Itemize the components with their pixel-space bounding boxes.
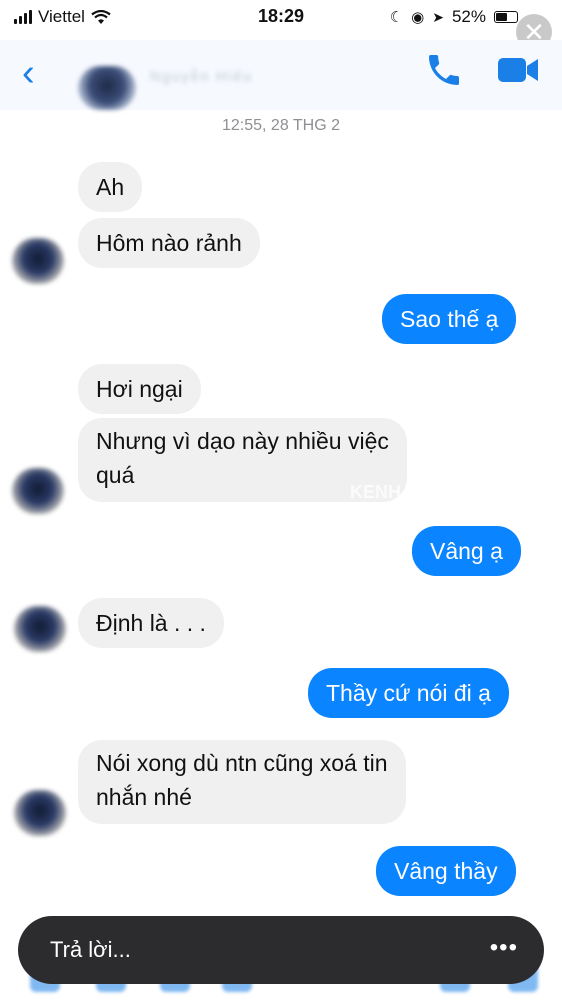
message-text: Hôm nào rảnh <box>96 230 242 256</box>
message-incoming[interactable]: Hôm nào rảnh <box>78 218 260 268</box>
reply-bar[interactable]: Trả lời... ••• <box>18 916 544 984</box>
sender-avatar[interactable] <box>14 606 66 652</box>
message-outgoing[interactable]: Sao thế ạ <box>382 294 517 344</box>
contact-avatar[interactable] <box>78 66 136 110</box>
chat-header: ‹ Nguyễn Hiếu <box>0 40 562 110</box>
more-icon[interactable]: ••• <box>490 934 518 962</box>
conversation-timestamp: 12:55, 28 THG 2 <box>222 117 340 134</box>
message-text: Vâng ạ <box>430 538 503 564</box>
moon-icon: ☾ <box>389 9 404 26</box>
sender-avatar[interactable] <box>12 468 64 514</box>
message-text: Vâng thầy <box>394 858 498 884</box>
sender-avatar[interactable] <box>12 238 64 284</box>
message-text: Ah <box>96 174 125 200</box>
battery-icon <box>494 11 518 23</box>
status-right: ☾ ◉ ➤ 52% <box>390 7 518 27</box>
message-incoming[interactable]: Định là . . . <box>78 598 224 648</box>
message-text-line2: quá <box>96 462 135 488</box>
status-bar: Viettel 18:29 ☾ ◉ ➤ 52% ✕ <box>0 0 562 50</box>
message-text: Hơi ngại <box>96 376 183 402</box>
back-icon[interactable]: ‹ <box>22 54 35 92</box>
message-text: Nói xong dù ntn cũng xoá tin <box>96 750 388 776</box>
message-outgoing[interactable]: Thầy cứ nói đi ạ <box>308 668 509 718</box>
location-icon: ➤ <box>432 8 444 25</box>
phone-icon[interactable] <box>424 50 464 90</box>
reply-input[interactable]: Trả lời... <box>50 937 131 963</box>
message-text: Sao thế ạ <box>400 306 499 332</box>
watermark: KENH <box>350 482 402 502</box>
message-text-line2: nhắn nhé <box>96 784 192 810</box>
message-text: Nhưng vì dạo này nhiều việc <box>96 428 389 454</box>
battery-percent: 52% <box>451 7 486 26</box>
sender-avatar[interactable] <box>14 790 66 836</box>
rotation-lock-icon: ◉ <box>411 9 425 26</box>
contact-name[interactable]: Nguyễn Hiếu <box>150 68 253 84</box>
message-outgoing[interactable]: Vâng thầy <box>376 846 516 896</box>
message-incoming[interactable]: Hơi ngại <box>78 364 201 414</box>
message-incoming[interactable]: Ah <box>78 162 143 212</box>
message-outgoing[interactable]: Vâng ạ <box>412 526 521 576</box>
video-camera-icon[interactable] <box>496 54 540 86</box>
message-text: Định là . . . <box>96 610 206 636</box>
message-text: Thầy cứ nói đi ạ <box>326 680 491 706</box>
message-incoming[interactable]: Nói xong dù ntn cũng xoá tin nhắn nhé <box>78 740 406 824</box>
